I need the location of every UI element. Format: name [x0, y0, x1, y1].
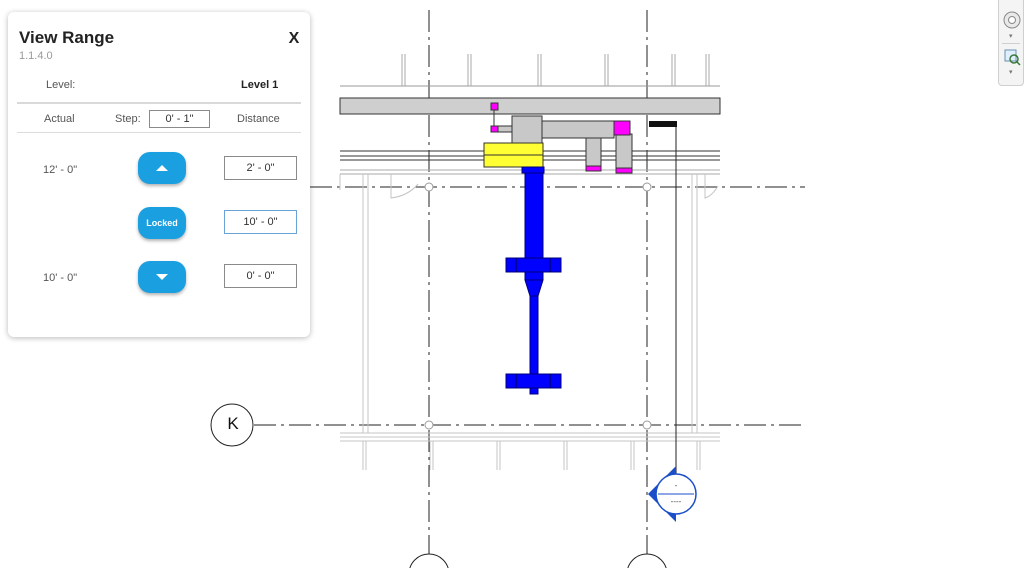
black-tag-bar — [649, 121, 677, 127]
grid-label-k: K — [227, 414, 239, 433]
chevron-down-icon[interactable]: ▾ — [1009, 69, 1013, 76]
steering-wheel-icon[interactable] — [1002, 10, 1022, 30]
panel-version: 1.1.4.0 — [19, 50, 53, 62]
arrow-up-icon — [156, 165, 168, 171]
top-actual-value: 12' - 0" — [43, 164, 78, 176]
chevron-down-icon[interactable]: ▾ — [1009, 33, 1013, 40]
divider — [17, 132, 301, 133]
navigation-bar: ▾ ▾ — [998, 0, 1024, 86]
step-input[interactable] — [149, 110, 210, 128]
divider — [17, 102, 301, 104]
close-button[interactable]: X — [286, 30, 302, 50]
section-tag-bottom: ---- — [671, 497, 682, 506]
level-label: Level: — [46, 79, 76, 91]
distance-header: Distance — [237, 113, 280, 125]
middle-distance-input[interactable] — [224, 210, 297, 234]
raise-button[interactable] — [138, 152, 186, 184]
nav-separator — [1002, 43, 1020, 44]
bottom-distance-input[interactable] — [224, 264, 297, 288]
arrow-down-icon — [156, 274, 168, 280]
grid-bubble-bottom-left[interactable] — [409, 553, 449, 568]
top-distance-input[interactable] — [224, 156, 297, 180]
view-range-panel: View Range 1.1.4.0 X Level: Level 1 Actu… — [8, 12, 310, 337]
step-label: Step: — [115, 113, 141, 125]
section-tag-top: - — [675, 481, 678, 490]
locked-button[interactable]: Locked — [138, 207, 186, 239]
actual-header: Actual — [44, 113, 75, 125]
lower-button[interactable] — [138, 261, 186, 293]
top-beam — [339, 97, 721, 115]
blue-section-tag[interactable]: - ---- — [648, 466, 697, 522]
bottom-actual-value: 10' - 0" — [43, 272, 78, 284]
zoom-region-icon[interactable] — [1002, 47, 1022, 67]
locked-button-label: Locked — [146, 218, 178, 228]
panel-title: View Range — [19, 28, 115, 47]
top-studs — [401, 54, 710, 86]
grid-bubble-bottom-right[interactable] — [627, 553, 667, 568]
blue-duct-run[interactable] — [505, 166, 562, 395]
level-value: Level 1 — [241, 79, 279, 91]
